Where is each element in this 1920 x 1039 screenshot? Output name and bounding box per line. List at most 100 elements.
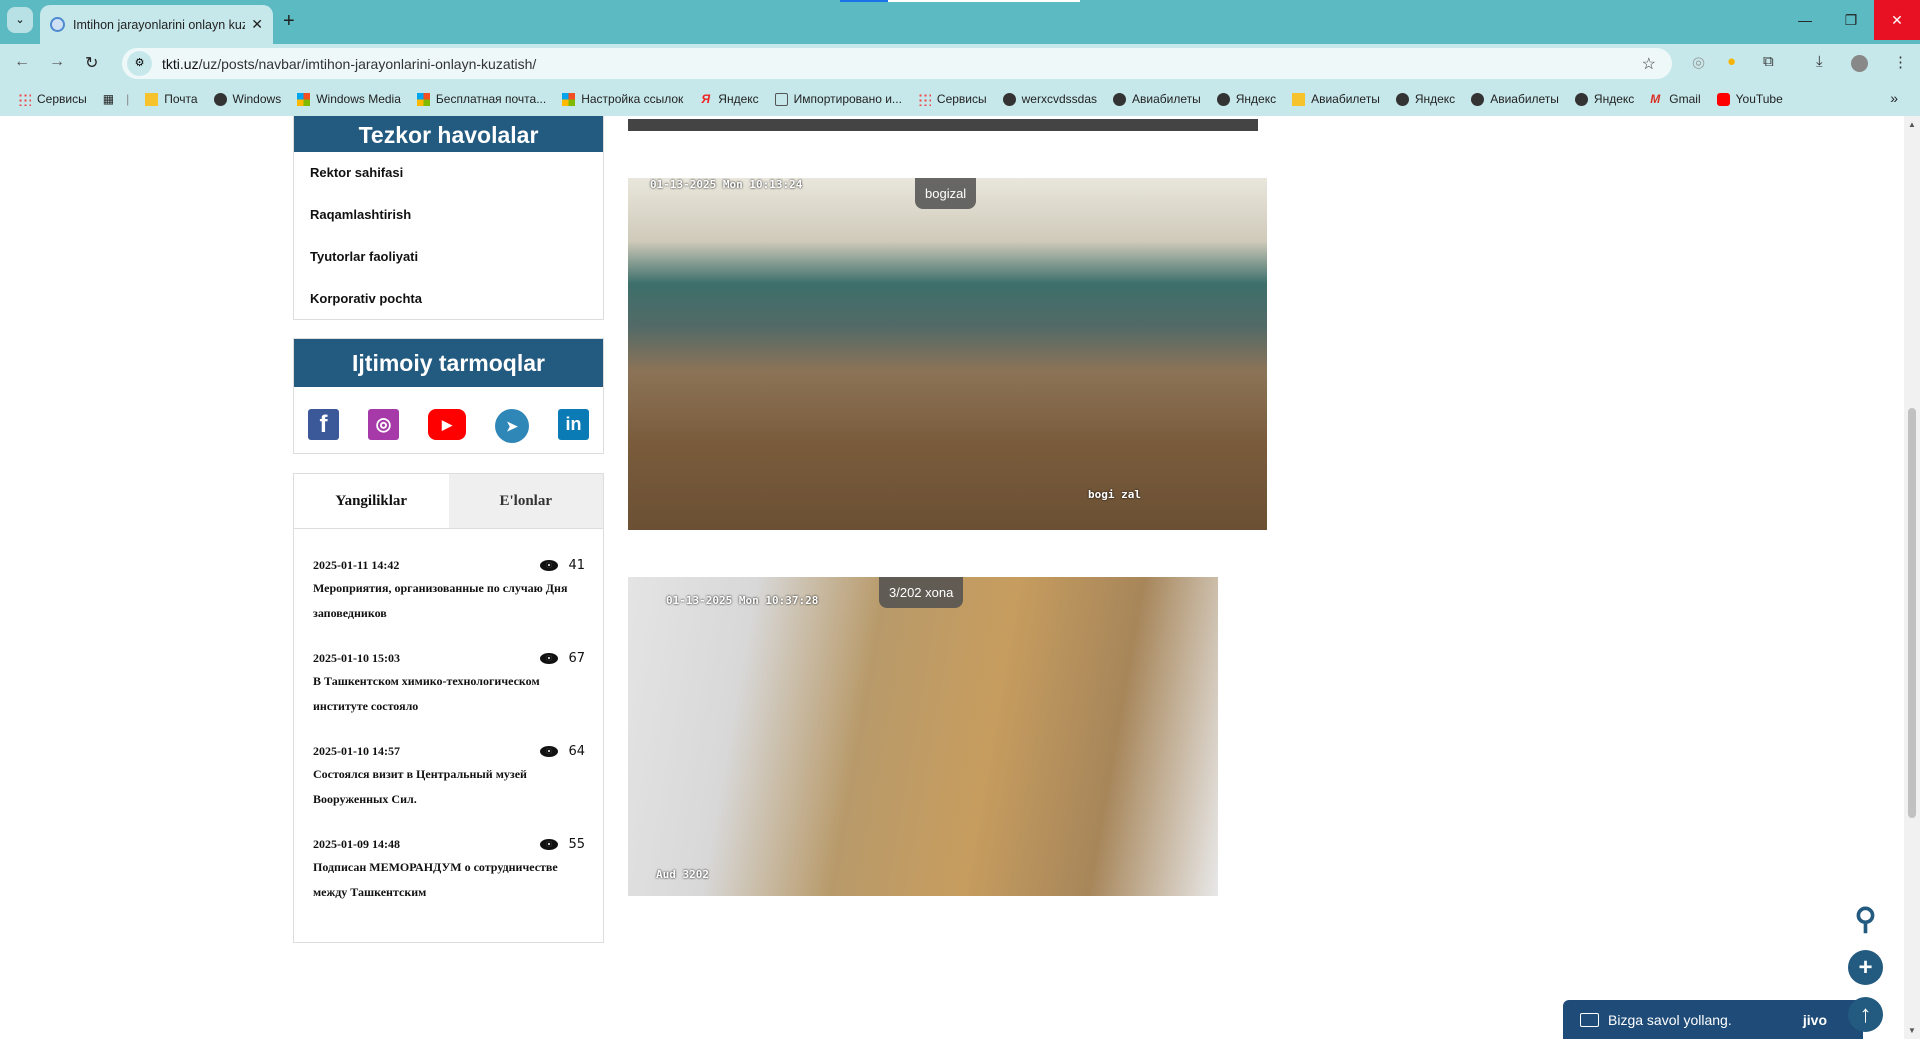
globe-icon <box>1113 92 1126 106</box>
new-tab-button[interactable]: + <box>283 10 295 33</box>
bookmark[interactable]: Авиабилеты <box>1471 92 1559 106</box>
forward-icon[interactable]: → <box>49 53 65 71</box>
back-icon[interactable]: ← <box>14 53 30 71</box>
eye-icon <box>540 745 559 757</box>
camera-stream-bogizal[interactable]: 01-13-2025 Mon 10:13:24 bogizal bogi zal <box>628 178 1267 530</box>
bookmark[interactable]: werxcvdssdas <box>1002 92 1097 106</box>
bookmark[interactable]: Сервисы <box>917 92 987 106</box>
close-window-button[interactable]: ✕ <box>1874 0 1920 40</box>
jivo-logo: jivo <box>1802 1011 1827 1028</box>
scrollbar-thumb[interactable] <box>1908 408 1916 818</box>
news-item[interactable]: 2025-01-09 14:48 55 Подписан МЕМОРАНДУМ о… <box>313 834 585 927</box>
tab-announcements[interactable]: E'lonlar <box>448 474 603 528</box>
profile-avatar[interactable] <box>1851 55 1868 72</box>
news-views: 55 <box>568 836 585 852</box>
globe-icon <box>1216 92 1230 106</box>
eye-icon <box>540 559 559 571</box>
scroll-up-arrow-icon[interactable]: ▲ <box>1908 120 1916 129</box>
yandex-icon: Я <box>701 91 711 106</box>
bookmark[interactable]: YouTube <box>1716 92 1783 106</box>
globe-icon <box>213 92 227 106</box>
minimize-button[interactable]: — <box>1782 0 1828 40</box>
tab-groups-icon[interactable]: ▦ | <box>103 92 129 106</box>
news-title[interactable]: Состоялся визит в Центральный музей Воор… <box>313 762 585 812</box>
camera-timestamp: 01-13-2025 Mon 10:37:28 <box>666 594 819 607</box>
extension-sun-icon[interactable]: ● <box>1727 53 1736 70</box>
news-card: Yangiliklar E'lonlar 2025-01-11 14:42 41 … <box>293 473 604 943</box>
bookmark[interactable]: Я Яндекс <box>699 92 758 106</box>
bookmark-folder[interactable]: Импортировано и... <box>774 92 902 106</box>
windows-icon <box>416 92 430 106</box>
bookmark[interactable]: Авиабилеты <box>1292 92 1380 106</box>
bookmark[interactable]: Настройка ссылок <box>562 92 683 106</box>
bookmark[interactable]: Авиабилеты <box>1113 92 1201 106</box>
quick-link[interactable]: Tyutorlar faoliyati <box>294 236 603 278</box>
bookmark[interactable]: Windows Media <box>297 92 401 106</box>
youtube-icon[interactable]: ▶ <box>428 409 466 440</box>
camera-caption: bogi zal <box>1088 488 1141 501</box>
quick-links-card: Tezkor havolalar Rektor sahifasi Raqamla… <box>293 116 604 320</box>
site-settings-icon[interactable]: ⚙ <box>127 51 152 76</box>
news-title[interactable]: Подписан МЕМОРАНДУМ о сотрудничестве меж… <box>313 855 585 905</box>
camera-stream-3-202[interactable]: 01-13-2025 Mon 10:37:28 3/202 xona Aud 3… <box>628 577 1218 896</box>
bookmark[interactable]: Яндекс <box>1574 92 1634 106</box>
address-bar[interactable]: ⚙ tkti.uz/uz/posts/navbar/imtihon-jarayo… <box>122 48 1672 79</box>
bookmark[interactable]: Яндекс <box>1395 92 1455 106</box>
news-views: 67 <box>568 650 585 666</box>
news-views: 41 <box>568 557 585 573</box>
previous-camera-stream-edge <box>628 119 1258 131</box>
bookmark[interactable]: Сервисы <box>18 92 87 106</box>
scroll-down-arrow-icon[interactable]: ▼ <box>1908 1026 1916 1035</box>
more-bookmarks-icon[interactable]: » <box>1890 90 1898 106</box>
news-title[interactable]: В Ташкентском химико-технологическом инс… <box>313 669 585 719</box>
download-icon[interactable]: ⤓ <box>1816 53 1823 70</box>
reload-icon[interactable]: ↻ <box>85 53 98 73</box>
windows-icon <box>562 92 576 106</box>
browser-tab[interactable]: Imtihon jarayonlarini onlayn kuzatish ✕ <box>40 5 273 44</box>
globe-icon <box>1002 92 1016 106</box>
news-date: 2025-01-10 14:57 <box>313 743 400 758</box>
news-item[interactable]: 2025-01-11 14:42 41 Мероприятия, организо… <box>313 555 585 648</box>
extension-shield-icon[interactable]: ◎ <box>1692 53 1705 71</box>
telegram-icon[interactable]: ➤ <box>495 409 529 443</box>
news-title[interactable]: Мероприятия, организованные по случаю Дн… <box>313 576 585 626</box>
search-icon[interactable]: ⚲ <box>1848 902 1883 937</box>
instagram-icon[interactable]: ◎ <box>368 409 399 440</box>
quick-link[interactable]: Rektor sahifasi <box>294 152 603 194</box>
quick-link[interactable]: Raqamlashtirish <box>294 194 603 236</box>
url-path: /uz/posts/navbar/imtihon-jarayonlarini-o… <box>198 55 537 72</box>
social-card: Ijtimoiy tarmoqlar f ◎ ▶ ➤ in <box>293 338 604 454</box>
eye-icon <box>540 838 559 850</box>
tab-news[interactable]: Yangiliklar <box>294 474 449 528</box>
menu-kebab-icon[interactable]: ⋮ <box>1893 53 1908 71</box>
bookmark[interactable]: M Gmail <box>1650 92 1700 106</box>
linkedin-icon[interactable]: in <box>558 409 589 440</box>
camera-label: bogizal <box>915 178 977 209</box>
tab-search-button[interactable]: ⌄ <box>7 7 33 33</box>
bookmark[interactable]: Бесплатная почта... <box>416 92 546 106</box>
accessibility-plus-icon[interactable]: + <box>1848 950 1883 985</box>
news-item[interactable]: 2025-01-10 14:57 64 Состоялся визит в Цен… <box>313 741 585 834</box>
apps-grid-icon <box>18 92 31 106</box>
windows-icon <box>297 92 311 106</box>
jivo-chat-widget[interactable]: Bizga savol yollang. jivo <box>1563 1000 1863 1039</box>
extensions-puzzle-icon[interactable]: ⧉ <box>1763 53 1774 70</box>
loading-indicator <box>840 0 1080 2</box>
bookmark-star-icon[interactable]: ☆ <box>1642 54 1656 74</box>
eye-icon <box>540 652 559 664</box>
bookmark[interactable]: Windows <box>213 92 281 106</box>
facebook-icon[interactable]: f <box>308 409 339 440</box>
news-views: 64 <box>568 743 585 759</box>
page-scrollbar[interactable]: ▲ ▼ <box>1904 116 1920 1039</box>
quick-link[interactable]: Korporativ pochta <box>294 278 603 320</box>
browser-tab-bar: ⌄ Imtihon jarayonlarini onlayn kuzatish … <box>0 0 1920 44</box>
scroll-to-top-arrow-icon[interactable]: ↑ <box>1848 997 1883 1032</box>
bookmark[interactable]: Почта <box>145 92 198 106</box>
social-title: Ijtimoiy tarmoqlar <box>294 339 603 387</box>
bookmark[interactable]: Яндекс <box>1216 92 1276 106</box>
news-date: 2025-01-10 15:03 <box>313 650 400 665</box>
news-item[interactable]: 2025-01-10 15:03 67 В Ташкентском химико-… <box>313 648 585 741</box>
globe-icon <box>1471 92 1485 106</box>
close-tab-icon[interactable]: ✕ <box>251 16 263 33</box>
restore-button[interactable]: ❐ <box>1828 0 1874 40</box>
